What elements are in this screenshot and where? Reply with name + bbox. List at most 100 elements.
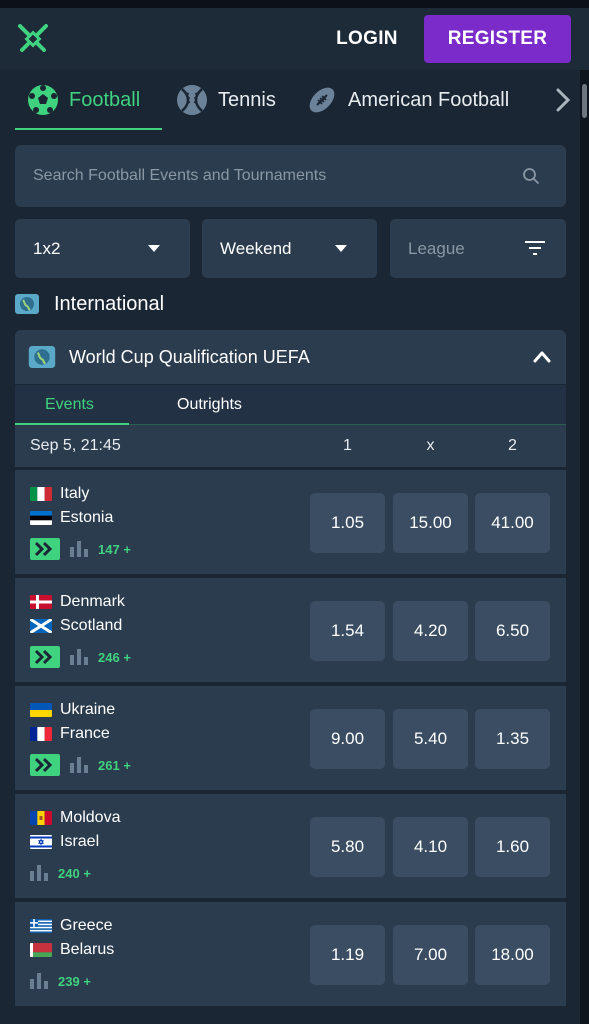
odd-away-button[interactable]: 1.35 [475, 709, 550, 769]
more-markets-link[interactable]: 246 + [98, 650, 131, 665]
event-row[interactable]: Denmark Scotland 246 + 1.54 4.20 6.50 [15, 578, 566, 684]
active-tab-indicator [15, 128, 162, 130]
estonia-flag-icon [30, 511, 52, 525]
odd-home-button[interactable]: 1.05 [310, 493, 385, 553]
odd-away-button[interactable]: 41.00 [475, 493, 550, 553]
tab-tennis[interactable]: Tennis [176, 70, 276, 130]
home-team: Greece [30, 916, 112, 936]
bar-chart-icon[interactable] [30, 865, 48, 881]
more-markets-suffix: + [123, 757, 131, 773]
bar-chart-icon[interactable] [70, 649, 88, 665]
away-team: France [30, 724, 110, 744]
search-icon[interactable] [522, 167, 540, 185]
scotland-flag-icon [30, 619, 52, 633]
more-markets-count: 246 [98, 649, 120, 665]
scrollbar-thumb[interactable] [582, 84, 587, 118]
league-filter[interactable]: League [390, 219, 566, 278]
top-strip [0, 0, 589, 8]
tab-football[interactable]: Football [27, 70, 140, 130]
chevron-right-icon[interactable] [551, 86, 575, 114]
period-select-value: Weekend [220, 238, 292, 258]
odd-home-button[interactable]: 9.00 [310, 709, 385, 769]
event-meta: 240 + [30, 861, 91, 885]
away-team-name: Israel [60, 833, 100, 850]
tournament-name: World Cup Qualification UEFA [69, 346, 310, 367]
filter-icon [525, 241, 545, 255]
away-team: Estonia [30, 508, 113, 528]
greece-flag-icon [30, 919, 52, 933]
odd-away-button[interactable]: 6.50 [475, 601, 550, 661]
odd-away-button[interactable]: 1.60 [475, 817, 550, 877]
live-stream-icon[interactable] [30, 646, 60, 668]
away-team: Belarus [30, 940, 114, 960]
odd-draw-button[interactable]: 7.00 [393, 925, 468, 985]
event-meta: 147 + [30, 537, 131, 561]
tab-football-label: Football [69, 88, 141, 111]
event-row[interactable]: Moldova Israel 240 + 5.80 4.10 1.60 [15, 794, 566, 900]
odd-home-button[interactable]: 5.80 [310, 817, 385, 877]
odd-draw-button[interactable]: 15.00 [393, 493, 468, 553]
ukraine-flag-icon [30, 703, 52, 717]
bar-chart-icon[interactable] [70, 541, 88, 557]
search-bar [15, 145, 566, 207]
odd-home-button[interactable]: 1.19 [310, 925, 385, 985]
login-button[interactable]: LOGIN [322, 22, 412, 56]
more-markets-link[interactable]: 240 + [58, 866, 91, 881]
event-meta: 239 + [30, 969, 91, 993]
denmark-flag-icon [30, 595, 52, 609]
away-team: Scotland [30, 616, 122, 636]
live-stream-icon[interactable] [30, 538, 60, 560]
subtab-events[interactable]: Events [45, 385, 94, 425]
home-team-name: Greece [60, 917, 113, 934]
scrollbar[interactable] [580, 70, 589, 1024]
more-markets-link[interactable]: 239 + [58, 974, 91, 989]
subtab-outrights[interactable]: Outrights [177, 385, 242, 425]
event-row[interactable]: Ukraine France 261 + 9.00 5.40 1.35 [15, 686, 566, 792]
column-away: 2 [508, 437, 517, 454]
more-markets-suffix: + [123, 649, 131, 665]
globe-icon [28, 346, 56, 368]
italy-flag-icon [30, 487, 52, 501]
away-team-name: Belarus [60, 941, 115, 958]
more-markets-suffix: + [83, 973, 91, 989]
bar-chart-icon[interactable] [70, 757, 88, 773]
event-meta: 246 + [30, 645, 131, 669]
more-markets-link[interactable]: 147 + [98, 542, 131, 557]
home-team-name: Ukraine [60, 701, 116, 718]
more-markets-count: 147 [98, 541, 120, 557]
event-date-header: Sep 5, 21:45 1 x 2 [15, 425, 566, 469]
home-team: Denmark [30, 592, 125, 612]
event-meta: 261 + [30, 753, 131, 777]
search-input[interactable] [33, 145, 513, 207]
odd-draw-button[interactable]: 4.10 [393, 817, 468, 877]
away-team: Israel [30, 832, 99, 852]
market-select[interactable]: 1x2 [15, 219, 190, 278]
chevron-up-icon[interactable] [532, 347, 552, 367]
home-team: Ukraine [30, 700, 115, 720]
odd-away-button[interactable]: 18.00 [475, 925, 550, 985]
odd-draw-button[interactable]: 4.20 [393, 601, 468, 661]
bar-chart-icon[interactable] [30, 973, 48, 989]
more-markets-count: 239 [58, 973, 80, 989]
odd-home-button[interactable]: 1.54 [310, 601, 385, 661]
american-football-icon [309, 87, 335, 113]
event-row[interactable]: Greece Belarus 239 + 1.19 7.00 18.00 [15, 902, 566, 1008]
tournament-header[interactable]: World Cup Qualification UEFA [15, 330, 566, 384]
caret-down-icon [335, 245, 347, 252]
more-markets-link[interactable]: 261 + [98, 758, 131, 773]
tournament-subtabs: Events Outrights [15, 384, 566, 425]
sport-tabs: Football Tennis American Football [15, 70, 580, 132]
home-team-name: Denmark [60, 593, 125, 610]
region-name: International [54, 292, 165, 315]
period-select[interactable]: Weekend [202, 219, 377, 278]
column-draw: x [426, 437, 435, 454]
odd-draw-button[interactable]: 5.40 [393, 709, 468, 769]
register-button[interactable]: REGISTER [424, 15, 571, 63]
home-team-name: Italy [60, 485, 90, 502]
event-row[interactable]: Italy Estonia 147 + 1.05 15.00 41.00 [15, 470, 566, 576]
logo-icon[interactable] [14, 20, 52, 58]
live-stream-icon[interactable] [30, 754, 60, 776]
home-team-name: Moldova [60, 809, 121, 826]
tab-american-football[interactable]: American Football [306, 70, 509, 130]
belarus-flag-icon [30, 943, 52, 957]
